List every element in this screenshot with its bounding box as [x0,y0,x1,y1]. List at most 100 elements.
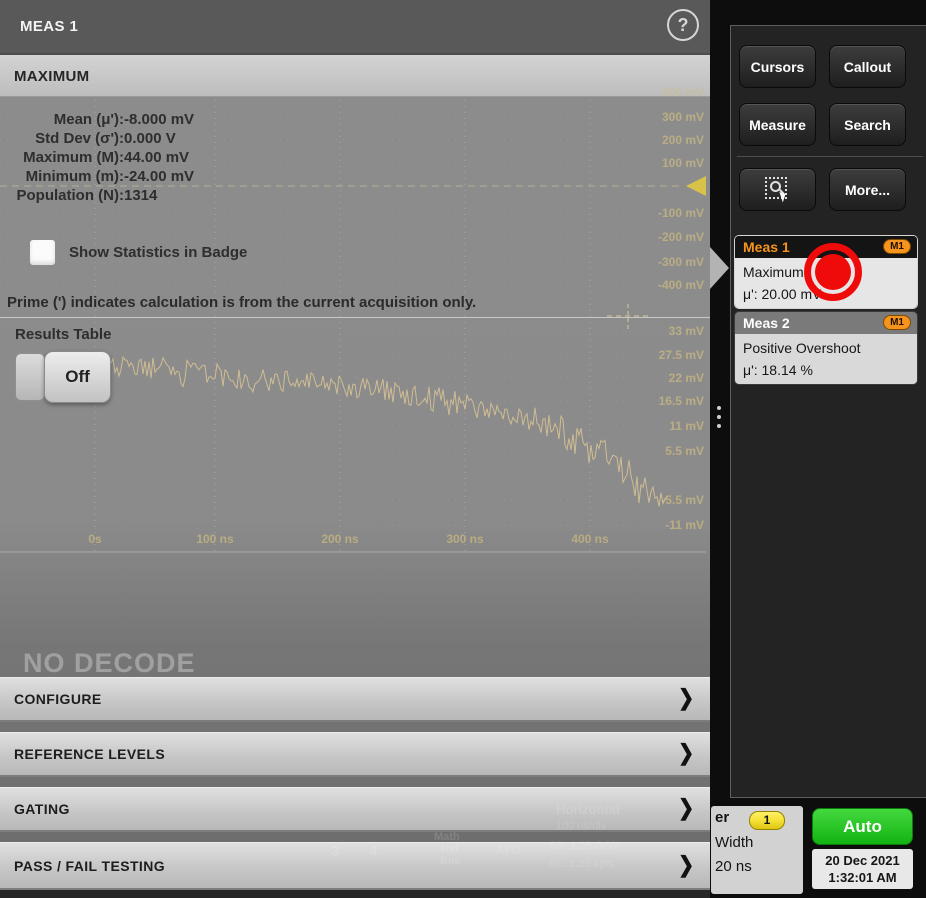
accordion-section-label: GATING [14,801,70,817]
stat-row: Minimum (m):-24.00 mV [0,168,194,187]
badge-meas1-source-tag: M1 [883,239,911,254]
cursors-button[interactable]: Cursors [739,45,816,88]
badge-meas2-type: Positive Overshoot [743,337,909,359]
y-axis-label-primary: -400 mV [658,278,704,292]
drag-handle-icon[interactable] [717,424,721,428]
stat-label: Population (N): [0,187,124,206]
time-label: 1:32:01 AM [812,869,913,886]
badge-meas2[interactable]: Meas 2 M1 Positive Overshoot μ': 18.14 % [735,312,917,384]
section-divider [0,317,710,318]
accordion-section-reference-levels[interactable]: REFERENCE LEVELS❯ [0,732,710,777]
show-statistics-checkbox[interactable] [29,239,56,266]
stat-label: Std Dev (σ'): [0,130,124,149]
zoom-select-button[interactable] [739,168,816,211]
ghost-label: AFG [496,843,521,857]
help-icon[interactable]: ? [667,9,699,41]
y-axis-label-secondary: -11 mV [665,518,704,532]
waveform-trace [85,356,667,506]
badge-pointer-icon [710,247,729,289]
x-axis-label: 0s [88,532,101,546]
panel-bottom-strip [0,890,710,898]
y-axis-label-secondary: 16.5 mV [659,394,704,408]
statistics-block: Mean (μ'):-8.000 mVStd Dev (σ'):0.000 VM… [0,111,194,206]
measure-button[interactable]: Measure [739,103,816,146]
y-axis-label-secondary: 27.5 mV [659,348,704,362]
x-axis-label: 100 ns [196,532,233,546]
trigger-badge[interactable]: er 1 Width 20 ns [711,806,803,894]
y-axis-label-secondary: -5.5 mV [661,493,704,507]
panel-title: MEAS 1 [20,18,78,35]
run-stop-auto-button[interactable]: Auto [812,808,913,845]
sidebar-divider [737,156,923,157]
trigger-badge-label-fragment: er [715,809,729,826]
y-axis-label-secondary: 5.5 mV [665,444,704,458]
section-header-maximum[interactable]: MAXIMUM [0,55,710,97]
y-axis-label-secondary: 33 mV [669,324,704,338]
chevron-right-icon: ❯ [678,740,694,766]
ghost-label: SR: 1.25 GS/s [549,840,619,852]
channel-zero-marker-icon [686,176,706,196]
badge-meas1-title: Meas 1 [743,239,790,255]
ghost-label: 3 [331,843,339,860]
stat-label: Mean (μ'): [0,111,124,130]
ghost-label: 4 [369,843,377,860]
results-table-toggle-track[interactable] [15,353,45,401]
stat-row: Std Dev (σ'):0.000 V [0,130,194,149]
y-axis-label-primary: -200 mV [658,230,704,244]
results-table-label: Results Table [15,326,111,343]
x-axis-label: 400 ns [571,532,608,546]
trigger-source-badge: 1 [749,811,785,830]
click-indicator-dot [815,254,851,290]
badge-meas2-title: Meas 2 [743,315,790,331]
section-header-label: MAXIMUM [14,68,89,85]
drag-handle-icon[interactable] [717,415,721,419]
ghost-label: Horizontal [556,802,620,817]
x-axis-label: 300 ns [446,532,483,546]
drag-handle-icon[interactable] [717,406,721,410]
measurement-panel: 400 mV300 mV200 mV100 mV-100 mV-200 mV-3… [0,0,710,898]
results-sidebar: Cursors Callout Measure Search More... Meas … [710,0,926,898]
prime-note: Prime (') indicates calculation is from … [7,294,476,311]
x-axis-label: 200 ns [321,532,358,546]
panel-title-bar: MEAS 1 ? [0,0,710,55]
ghost-label: Bus [440,855,461,867]
stat-value: -8.000 mV [124,111,194,130]
stat-label: Minimum (m): [0,168,124,187]
results-table-toggle[interactable]: Off [44,351,111,403]
accordion-section-label: PASS / FAIL TESTING [14,858,165,874]
chevron-right-icon: ❯ [678,795,694,821]
y-axis-label-primary: 200 mV [662,133,704,147]
zoom-select-icon [765,177,791,203]
accordion-section-configure[interactable]: CONFIGURE ❯ [0,677,710,722]
show-statistics-label: Show Statistics in Badge [69,244,247,261]
datetime-display[interactable]: 20 Dec 2021 1:32:01 AM [812,849,913,889]
y-axis-label-primary: 400 mV [662,85,704,99]
badge-meas2-source-tag: M1 [883,315,911,330]
trigger-value: 20 ns [715,858,752,875]
stat-row: Mean (μ'):-8.000 mV [0,111,194,130]
y-axis-label-secondary: 22 mV [669,371,704,385]
ghost-label: RL: 1.25 kpts [549,858,614,870]
date-label: 20 Dec 2021 [812,852,913,869]
y-axis-label-secondary: 11 mV [669,419,704,433]
stat-row: Population (N):1314 [0,187,194,206]
chevron-right-icon: ❯ [678,685,694,711]
y-axis-label-primary: -100 mV [658,206,704,220]
stat-row: Maximum (M):44.00 mV [0,149,194,168]
stat-label: Maximum (M): [0,149,124,168]
callout-button[interactable]: Callout [829,45,906,88]
ghost-label: 100 ns/div [556,820,606,832]
no-decode-label: NO DECODE [23,648,196,679]
more-button[interactable]: More... [829,168,906,211]
stat-value: 44.00 mV [124,149,194,168]
y-axis-label-primary: 300 mV [662,110,704,124]
accordion-section-label: CONFIGURE [14,691,102,707]
trigger-type: Width [715,834,753,851]
oscilloscope-screen: 400 mV300 mV200 mV100 mV-100 mV-200 mV-3… [0,0,926,898]
ghost-label: Ref [441,843,459,855]
chevron-right-icon: ❯ [678,852,694,878]
y-axis-label-primary: 100 mV [662,156,704,170]
search-button[interactable]: Search [829,103,906,146]
ghost-label: Math [434,831,460,843]
stat-value: 0.000 V [124,130,194,149]
